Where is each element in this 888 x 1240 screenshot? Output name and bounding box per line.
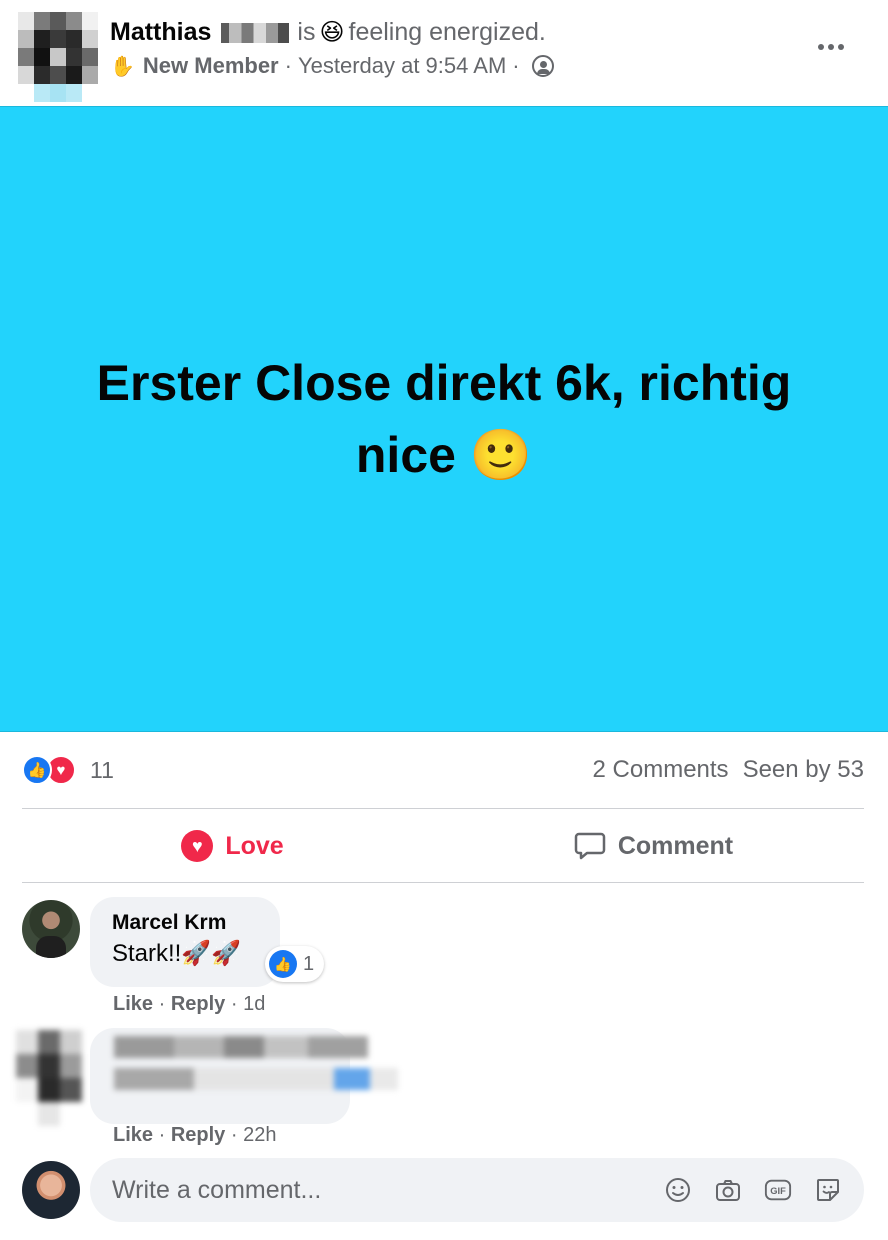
redacted-surname bbox=[221, 22, 290, 43]
commenter-name[interactable]: Marcel Krm bbox=[112, 911, 258, 935]
comment-bubble-icon bbox=[574, 832, 606, 860]
commenter-avatar[interactable] bbox=[22, 900, 80, 958]
dot-icon bbox=[818, 44, 824, 50]
love-button[interactable]: ♥ Love bbox=[22, 810, 443, 882]
more-options-button[interactable] bbox=[814, 30, 848, 64]
like-reaction-icon[interactable]: 👍 bbox=[22, 755, 52, 785]
dot-icon bbox=[828, 44, 834, 50]
separator: · bbox=[158, 1124, 166, 1146]
comment-reaction-badge[interactable]: 👍 1 bbox=[265, 946, 325, 982]
seen-by[interactable]: Seen by 53 bbox=[743, 756, 864, 784]
comment-reply-link[interactable]: Reply bbox=[171, 1124, 225, 1146]
heart-icon: ♥ bbox=[181, 830, 214, 862]
gif-icon[interactable]: GIF bbox=[764, 1176, 792, 1204]
post-background-card: Erster Close direkt 6k, richtig nice 🙂 bbox=[0, 106, 888, 732]
post-content-line: Erster Close direkt 6k, richtig bbox=[96, 355, 792, 411]
sticker-icon[interactable] bbox=[814, 1176, 842, 1204]
feeling-text: feeling energized. bbox=[348, 18, 546, 46]
divider bbox=[22, 808, 864, 809]
comment-composer: GIF bbox=[90, 1158, 864, 1222]
commenter-avatar-pixelated[interactable] bbox=[16, 1030, 82, 1126]
comment-like-link[interactable]: Like bbox=[113, 993, 153, 1015]
comment-button[interactable]: Comment bbox=[443, 810, 864, 882]
comment-bubble: Marcel Krm Stark!!🚀🚀 bbox=[90, 897, 280, 987]
author-line: Matthias is 😆 feeling energized. bbox=[110, 18, 546, 47]
separator: · bbox=[284, 53, 292, 78]
reactions-summary: 👍 ♥ 11 2 Comments Seen by 53 bbox=[22, 752, 864, 788]
verb: is bbox=[297, 18, 316, 46]
author-avatar-pixelated[interactable] bbox=[18, 12, 98, 102]
post-content-line: nice 🙂 bbox=[355, 427, 533, 483]
post-time[interactable]: Yesterday at 9:54 AM bbox=[298, 53, 506, 79]
comment-time[interactable]: 22h bbox=[243, 1124, 276, 1146]
post-meta: ✋ New Member · Yesterday at 9:54 AM · bbox=[110, 53, 554, 79]
separator: · bbox=[512, 53, 520, 78]
separator: · bbox=[230, 993, 238, 1015]
separator: · bbox=[158, 993, 166, 1015]
comment-reply-link[interactable]: Reply bbox=[171, 993, 225, 1015]
reaction-count[interactable]: 11 bbox=[90, 757, 114, 784]
post-content: Erster Close direkt 6k, richtig nice 🙂 bbox=[64, 347, 824, 491]
comment-label: Comment bbox=[617, 831, 734, 860]
comment-like-link[interactable]: Like bbox=[113, 1124, 153, 1146]
separator: · bbox=[230, 1124, 238, 1146]
comment-text: Stark!!🚀🚀 bbox=[112, 940, 242, 967]
waving-hand-icon: ✋ bbox=[110, 55, 135, 78]
post-stats: 2 Comments Seen by 53 bbox=[593, 756, 864, 784]
comment-reaction-count: 1 bbox=[303, 952, 315, 975]
dot-icon bbox=[838, 44, 844, 50]
current-user-avatar[interactable] bbox=[22, 1161, 80, 1219]
post-header: Matthias is 😆 feeling energized. ✋ New M… bbox=[0, 0, 888, 106]
redacted-comment-content bbox=[90, 1036, 410, 1120]
author-name[interactable]: Matthias bbox=[110, 18, 211, 47]
member-badge[interactable]: New Member bbox=[143, 53, 279, 79]
comment-input[interactable] bbox=[112, 1175, 664, 1205]
comment-actions: Like · Reply · 22h bbox=[113, 1124, 276, 1147]
camera-icon[interactable] bbox=[714, 1176, 742, 1204]
comment-time[interactable]: 1d bbox=[243, 993, 265, 1015]
like-reaction-icon: 👍 bbox=[269, 950, 297, 978]
action-bar: ♥ Love Comment bbox=[22, 810, 864, 882]
comment-actions: Like · Reply · 1d bbox=[113, 993, 265, 1016]
group-audience-icon bbox=[531, 55, 554, 77]
composer-icons: GIF bbox=[664, 1176, 842, 1204]
smiley-icon[interactable] bbox=[664, 1176, 692, 1204]
feeling-emoji: 😆 bbox=[319, 19, 345, 46]
love-label: Love bbox=[225, 831, 284, 860]
svg-text:GIF: GIF bbox=[770, 1186, 786, 1196]
divider bbox=[22, 882, 864, 883]
comments-count[interactable]: 2 Comments bbox=[593, 756, 729, 784]
